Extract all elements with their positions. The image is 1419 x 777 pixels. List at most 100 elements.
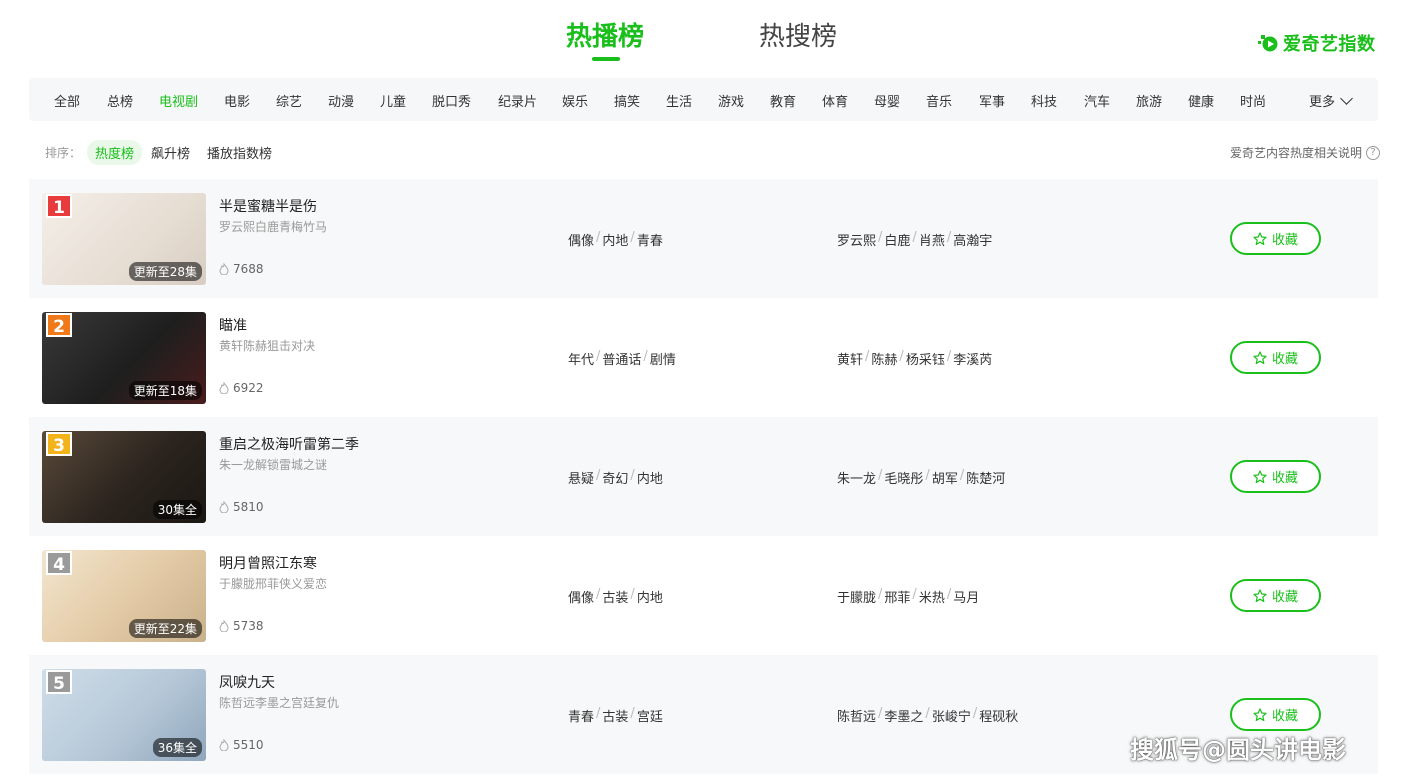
separator: / — [643, 349, 648, 364]
poster-image[interactable]: 4 更新至22集 — [42, 550, 206, 642]
cast-member[interactable]: 朱一龙 — [837, 468, 876, 487]
separator: / — [878, 230, 883, 245]
genre-tag[interactable]: 内地 — [637, 587, 663, 606]
cast-member[interactable]: 陈楚河 — [966, 468, 1005, 487]
genre-tag[interactable]: 年代 — [568, 349, 594, 368]
cast-member[interactable]: 肖燕 — [919, 230, 945, 249]
category-13[interactable]: 教育 — [770, 91, 796, 110]
cast-member[interactable]: 胡军 — [932, 468, 958, 487]
episode-badge: 更新至28集 — [128, 262, 202, 281]
genre-tag[interactable]: 古装 — [602, 587, 628, 606]
category-14[interactable]: 体育 — [822, 91, 848, 110]
cast-member[interactable]: 张峻宁 — [932, 706, 971, 725]
cast-member[interactable]: 于朦胧 — [837, 587, 876, 606]
category-0[interactable]: 全部 — [54, 91, 80, 110]
heat-explanation-link[interactable]: 爱奇艺内容热度相关说明 ? — [1230, 144, 1380, 161]
ranking-row[interactable]: 1 更新至28集 半是蜜糖半是伤 罗云熙白鹿青梅竹马 7688 偶像 / 内地 / 青春… — [29, 179, 1378, 298]
cast-member[interactable]: 邢菲 — [884, 587, 910, 606]
cast-member[interactable]: 白鹿 — [884, 230, 910, 249]
cast-member[interactable]: 程砚秋 — [979, 706, 1018, 725]
show-title[interactable]: 半是蜜糖半是伤 — [219, 196, 317, 216]
separator: / — [912, 230, 917, 245]
favorite-button[interactable]: 收藏 — [1230, 222, 1321, 255]
poster-image[interactable]: 2 更新至18集 — [42, 312, 206, 404]
sort-option-rising[interactable]: 飙升榜 — [143, 140, 198, 165]
cast-member[interactable]: 黄轩 — [837, 349, 863, 368]
poster-image[interactable]: 5 36集全 — [42, 669, 206, 761]
cast-member[interactable]: 罗云熙 — [837, 230, 876, 249]
genre-tag[interactable]: 奇幻 — [602, 468, 628, 487]
show-title[interactable]: 瞄准 — [219, 315, 247, 335]
category-21[interactable]: 健康 — [1188, 91, 1214, 110]
genre-tag[interactable]: 剧情 — [650, 349, 676, 368]
heat-number: 6922 — [233, 381, 264, 395]
separator: / — [959, 468, 965, 483]
cast-member[interactable]: 马月 — [953, 587, 979, 606]
show-title[interactable]: 凤唳九天 — [219, 672, 275, 692]
episode-badge: 30集全 — [152, 500, 202, 519]
favorite-button[interactable]: 收藏 — [1230, 698, 1321, 731]
rank-badge: 3 — [46, 432, 72, 456]
genre-tag[interactable]: 偶像 — [568, 587, 594, 606]
category-10[interactable]: 搞笑 — [614, 91, 640, 110]
category-7[interactable]: 脱口秀 — [432, 91, 471, 110]
tab-hot-play[interactable]: 热播榜 — [566, 16, 644, 53]
cast-member[interactable]: 杨采钰 — [906, 349, 945, 368]
category-19[interactable]: 汽车 — [1084, 91, 1110, 110]
favorite-button[interactable]: 收藏 — [1230, 341, 1321, 374]
cast-member[interactable]: 陈赫 — [871, 349, 897, 368]
star-icon — [1253, 350, 1267, 364]
cast-member[interactable]: 高瀚宇 — [953, 230, 992, 249]
ranking-row[interactable]: 3 30集全 重启之极海听雷第二季 朱一龙解锁雷城之谜 5810 悬疑 / 奇幻 / 内… — [29, 417, 1378, 536]
cast-member[interactable]: 陈哲远 — [837, 706, 876, 725]
genre-tag[interactable]: 古装 — [602, 706, 628, 725]
category-18[interactable]: 科技 — [1031, 91, 1057, 110]
cast-member[interactable]: 毛晓彤 — [884, 468, 923, 487]
category-5[interactable]: 动漫 — [328, 91, 354, 110]
category-22[interactable]: 时尚 — [1240, 91, 1266, 110]
category-2[interactable]: 电视剧 — [159, 91, 198, 110]
star-icon — [1253, 707, 1267, 721]
ranking-row[interactable]: 2 更新至18集 瞄准 黄轩陈赫狙击对决 6922 年代 / 普通话 / 剧情 黄轩 / 陈… — [29, 298, 1378, 417]
category-4[interactable]: 综艺 — [276, 91, 302, 110]
cast-list: 于朦胧 / 邢菲 / 米热 / 马月 — [837, 587, 979, 606]
sort-option-heat[interactable]: 热度榜 — [87, 140, 143, 165]
show-title[interactable]: 明月曾照江东寒 — [219, 553, 317, 573]
genre-tag[interactable]: 偶像 — [568, 230, 594, 249]
category-15[interactable]: 母婴 — [874, 91, 900, 110]
genre-tag[interactable]: 内地 — [602, 230, 628, 249]
ranking-row[interactable]: 4 更新至22集 明月曾照江东寒 于朦胧邢菲侠义爱恋 5738 偶像 / 古装 / 内地… — [29, 536, 1378, 655]
cast-member[interactable]: 李墨之 — [884, 706, 923, 725]
category-3[interactable]: 电影 — [224, 91, 250, 110]
category-16[interactable]: 音乐 — [926, 91, 952, 110]
genre-tag[interactable]: 青春 — [637, 230, 663, 249]
genre-tag[interactable]: 青春 — [568, 706, 594, 725]
favorite-button[interactable]: 收藏 — [1230, 579, 1321, 612]
poster-image[interactable]: 3 30集全 — [42, 431, 206, 523]
sort-option-play-index[interactable]: 播放指数榜 — [199, 140, 280, 165]
more-categories-button[interactable]: 更多 — [1309, 91, 1353, 110]
category-6[interactable]: 儿童 — [380, 91, 406, 110]
cast-list: 罗云熙 / 白鹿 / 肖燕 / 高瀚宇 — [837, 230, 992, 249]
category-9[interactable]: 娱乐 — [562, 91, 588, 110]
category-17[interactable]: 军事 — [979, 91, 1005, 110]
tab-hot-search[interactable]: 热搜榜 — [759, 16, 837, 53]
genre-tag[interactable]: 悬疑 — [568, 468, 594, 487]
cast-member[interactable]: 李溪芮 — [953, 349, 992, 368]
heat-number: 5510 — [233, 738, 264, 752]
category-12[interactable]: 游戏 — [718, 91, 744, 110]
category-20[interactable]: 旅游 — [1136, 91, 1162, 110]
show-description: 于朦胧邢菲侠义爱恋 — [219, 577, 328, 591]
genre-tag[interactable]: 内地 — [637, 468, 663, 487]
iqiyi-index-logo[interactable]: 爱奇艺指数 — [1257, 30, 1376, 56]
show-title[interactable]: 重启之极海听雷第二季 — [219, 434, 359, 454]
category-1[interactable]: 总榜 — [107, 91, 133, 110]
category-11[interactable]: 生活 — [666, 91, 692, 110]
poster-image[interactable]: 1 更新至28集 — [42, 193, 206, 285]
category-8[interactable]: 纪录片 — [498, 91, 537, 110]
genre-tag[interactable]: 宫廷 — [637, 706, 663, 725]
flame-icon — [219, 501, 229, 513]
favorite-button[interactable]: 收藏 — [1230, 460, 1321, 493]
genre-tag[interactable]: 普通话 — [602, 349, 641, 368]
cast-member[interactable]: 米热 — [919, 587, 945, 606]
